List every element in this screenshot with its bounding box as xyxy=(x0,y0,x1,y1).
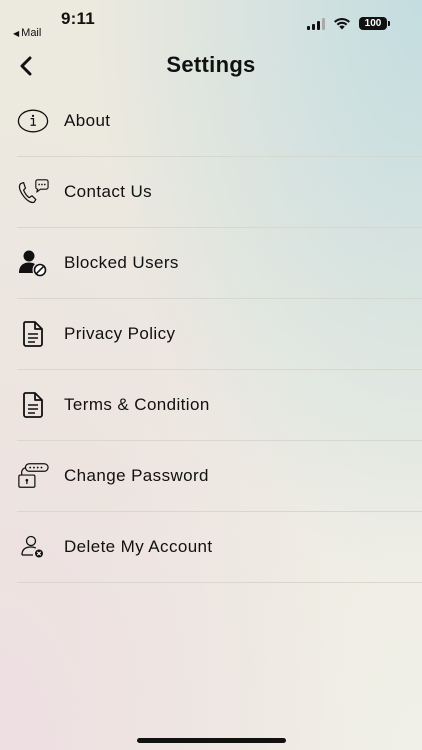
menu-item-change-password[interactable]: Change Password xyxy=(17,441,422,512)
cellular-signal-icon xyxy=(307,17,325,30)
page-title: Settings xyxy=(166,52,256,77)
menu-label: Terms & Condition xyxy=(64,395,210,414)
menu-label: Blocked Users xyxy=(64,253,179,272)
menu-label: About xyxy=(64,111,111,130)
menu-label: Contact Us xyxy=(64,182,153,201)
status-time: 9:11 xyxy=(61,9,95,28)
back-triangle-icon: ◀ xyxy=(13,28,20,38)
blocked-user-icon xyxy=(17,247,49,279)
battery-level: 100 xyxy=(364,18,382,29)
menu-item-contact-us[interactable]: Contact Us xyxy=(17,157,422,228)
battery-icon: 100 xyxy=(359,17,390,30)
status-indicators: 100 xyxy=(307,17,390,30)
menu-item-terms-condition[interactable]: Terms & Condition xyxy=(17,370,422,441)
menu-item-blocked-users[interactable]: Blocked Users xyxy=(17,228,422,299)
menu-item-privacy-policy[interactable]: Privacy Policy xyxy=(17,299,422,370)
menu-item-delete-account[interactable]: Delete My Account xyxy=(17,512,422,583)
document-icon xyxy=(17,389,49,421)
menu-label: Change Password xyxy=(64,466,209,485)
status-bar: 9:11 ◀ Mail 100 xyxy=(0,0,422,44)
settings-menu: About Contact Us Blocked Users Privacy P… xyxy=(17,86,422,583)
nav-bar: Settings xyxy=(0,46,422,86)
info-icon xyxy=(17,105,49,137)
back-app-label: Mail xyxy=(21,27,42,39)
home-indicator xyxy=(137,738,286,743)
back-to-app-link[interactable]: ◀ Mail xyxy=(13,27,41,39)
delete-user-icon xyxy=(17,531,49,563)
menu-label: Delete My Account xyxy=(64,537,213,556)
password-lock-icon xyxy=(17,460,49,492)
menu-label: Privacy Policy xyxy=(64,324,176,343)
wifi-icon xyxy=(334,17,350,30)
document-icon xyxy=(17,318,49,350)
phone-chat-icon xyxy=(17,176,49,208)
menu-item-about[interactable]: About xyxy=(17,86,422,157)
